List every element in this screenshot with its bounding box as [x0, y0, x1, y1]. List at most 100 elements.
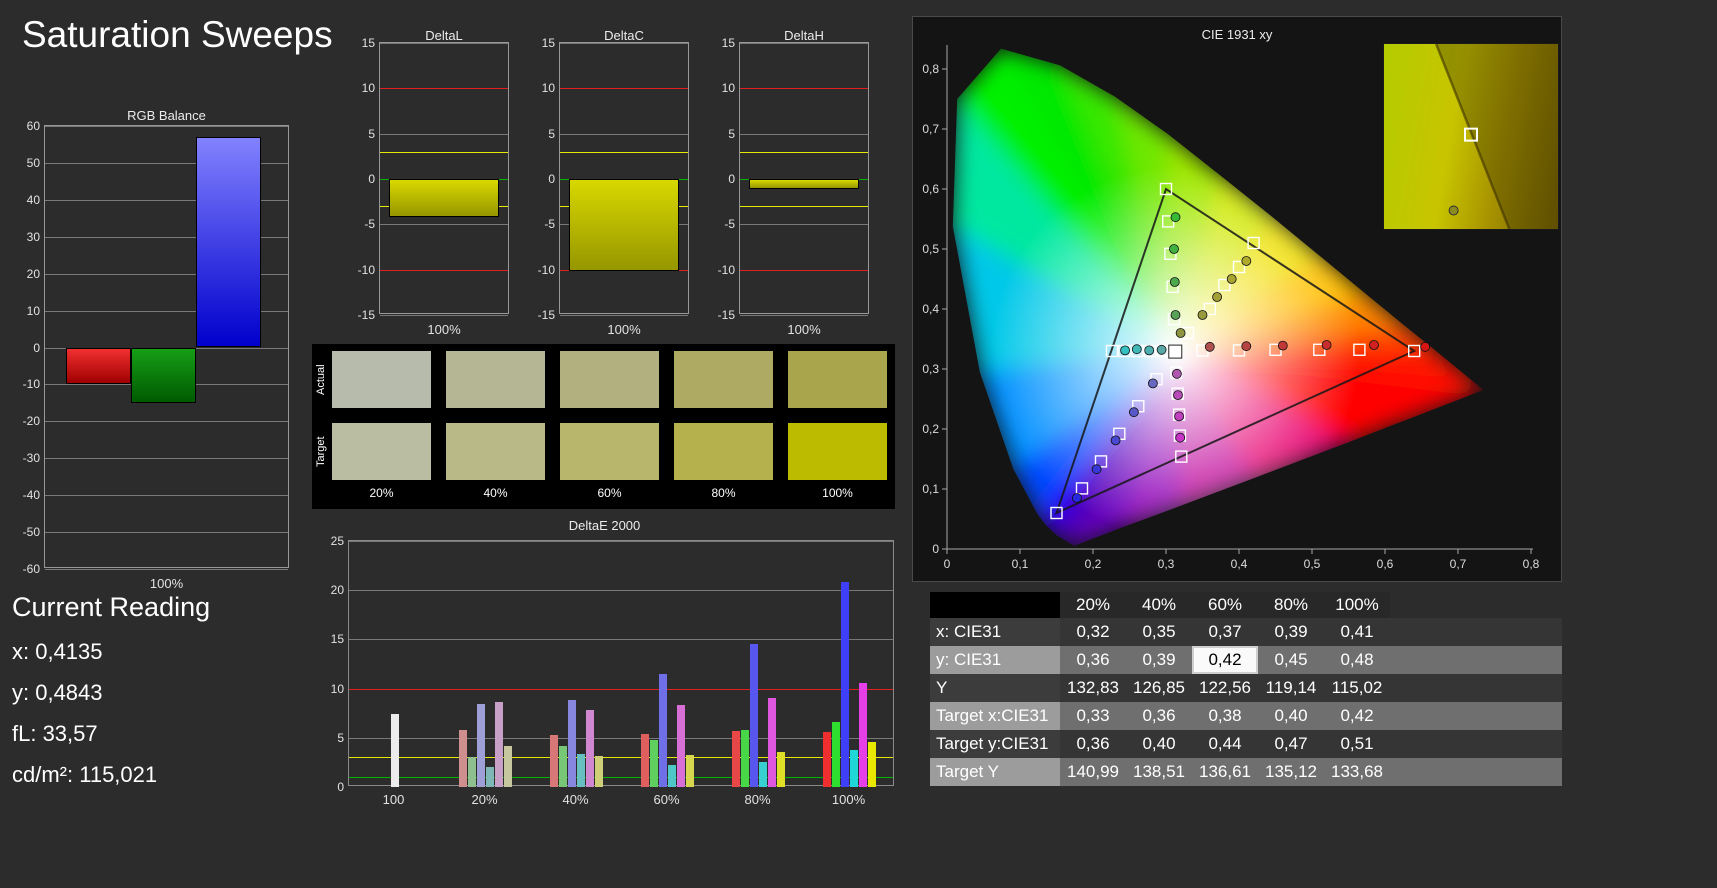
- swatch-target-100%: [788, 423, 887, 480]
- y-tick-label: 5: [368, 126, 375, 141]
- deltae-bar: [641, 733, 649, 787]
- deltae-bar: [559, 745, 567, 787]
- y-tick-label: -20: [22, 414, 40, 429]
- table-cell[interactable]: 0,48: [1324, 646, 1390, 674]
- x-tick-label: 20%: [471, 792, 498, 807]
- deltae-bar: [477, 704, 485, 787]
- deltae-bar: [841, 582, 849, 787]
- y-tick-label: 30: [26, 229, 40, 244]
- deltae-bar: [659, 673, 667, 787]
- reading-y: y: 0,4843: [12, 680, 103, 705]
- table-cell[interactable]: 115,02: [1324, 674, 1390, 702]
- reading-cdm2: cd/m²: 115,021: [12, 762, 158, 787]
- grid-line: [45, 495, 288, 497]
- ref-line: [740, 269, 868, 271]
- svg-text:0,1: 0,1: [922, 482, 939, 496]
- deltae-bar: [550, 734, 558, 787]
- table-cell[interactable]: 140,99: [1060, 758, 1126, 786]
- current-reading-heading: Current Reading: [12, 592, 211, 622]
- table-cell[interactable]: 133,68: [1324, 758, 1390, 786]
- table-cell[interactable]: 122,56: [1192, 674, 1258, 702]
- grid-line: [45, 458, 288, 460]
- table-cell[interactable]: 0,36: [1060, 730, 1126, 758]
- table-cell[interactable]: 138,51: [1126, 758, 1192, 786]
- svg-text:0,2: 0,2: [1085, 557, 1102, 571]
- table-cell[interactable]: 136,61: [1192, 758, 1258, 786]
- ref-line: [740, 88, 868, 90]
- table-row-label: x: CIE31: [930, 618, 1060, 646]
- delta-c-plot: 15 10 5 0 -5 -10 -15: [538, 36, 689, 322]
- ref-line: [560, 151, 688, 153]
- svg-text:0,8: 0,8: [1523, 557, 1540, 571]
- rgb-balance-title: RGB Balance: [127, 108, 206, 123]
- table-cell[interactable]: 0,42: [1192, 646, 1258, 674]
- deltae-bar: [595, 755, 603, 787]
- table-cell[interactable]: 0,35: [1126, 618, 1192, 646]
- swatch-actual-40%: [446, 351, 545, 408]
- grid-line: [45, 421, 288, 423]
- table-cell[interactable]: 0,36: [1126, 702, 1192, 730]
- table-cell[interactable]: 0,51: [1324, 730, 1390, 758]
- grid-line: [349, 639, 893, 641]
- table-cell[interactable]: 0,38: [1192, 702, 1258, 730]
- table-cell[interactable]: 0,42: [1324, 702, 1390, 730]
- grid-line: [349, 737, 893, 739]
- grid-line: [740, 43, 868, 44]
- svg-text:0,8: 0,8: [922, 62, 939, 76]
- y-tick-label: 20: [330, 583, 344, 598]
- x-tick-label: 80%: [744, 792, 771, 807]
- y-tick-label: 0: [728, 172, 735, 186]
- table-cell[interactable]: 0,41: [1324, 618, 1390, 646]
- deltae-bar: [495, 702, 503, 787]
- table-row-label: Target x:CIE31: [930, 702, 1060, 730]
- delta-h-x-axis-label: 100%: [787, 322, 821, 337]
- table-col-header: 40%: [1126, 592, 1192, 618]
- table-cell[interactable]: 0,33: [1060, 702, 1126, 730]
- svg-text:0,2: 0,2: [922, 422, 939, 436]
- delta-l-plot: 15 10 5 0 -5 -10 -15: [358, 36, 509, 322]
- ref-line: [380, 88, 508, 90]
- row-label-target: Target: [315, 436, 327, 467]
- deltae-bar: [577, 753, 585, 787]
- table-cell[interactable]: 119,14: [1258, 674, 1324, 702]
- svg-text:0: 0: [944, 557, 951, 571]
- table-cell[interactable]: 0,39: [1258, 618, 1324, 646]
- delta-e-plot: 0 5 10 15 20 25: [331, 534, 894, 794]
- x-tick-label: 40%: [562, 792, 589, 807]
- y-tick-label: -15: [717, 308, 735, 322]
- svg-text:0,1: 0,1: [1012, 557, 1029, 571]
- table-cell[interactable]: 132,83: [1060, 674, 1126, 702]
- grid-line: [560, 315, 688, 316]
- table-cell[interactable]: 0,39: [1126, 646, 1192, 674]
- grid-line: [349, 541, 893, 542]
- deltae-bar: [586, 710, 594, 787]
- deltae-bar: [777, 751, 785, 787]
- delta-l-x-axis-label: 100%: [427, 322, 461, 337]
- table-cell[interactable]: 0,47: [1258, 730, 1324, 758]
- table-header-filler: [1390, 592, 1562, 618]
- table-cell[interactable]: 0,32: [1060, 618, 1126, 646]
- y-tick-label: 10: [330, 681, 344, 696]
- svg-text:0,4: 0,4: [1231, 557, 1248, 571]
- table-cell[interactable]: 0,44: [1192, 730, 1258, 758]
- table-cell[interactable]: 0,36: [1060, 646, 1126, 674]
- cie-zoom-inset: [1383, 43, 1559, 230]
- deltae-bar: [759, 762, 767, 787]
- table-cell[interactable]: 126,85: [1126, 674, 1192, 702]
- x-tick-label: 100%: [831, 792, 866, 807]
- table-cell[interactable]: 0,45: [1258, 646, 1324, 674]
- current-reading: Current Reading x: 0,4135 y: 0,4843 fL: …: [12, 592, 210, 795]
- table-cell[interactable]: 0,40: [1126, 730, 1192, 758]
- ref-line: [349, 777, 893, 779]
- reading-x: x: 0,4135: [12, 639, 103, 664]
- grid-line: [740, 315, 868, 316]
- delta-c-x-axis-label: 100%: [607, 322, 641, 337]
- deltae-bar: [859, 682, 867, 787]
- table-cell[interactable]: 0,37: [1192, 618, 1258, 646]
- swatch-target-60%: [560, 423, 659, 480]
- table-cell[interactable]: 135,12: [1258, 758, 1324, 786]
- grid-line: [349, 590, 893, 592]
- table-cell[interactable]: 0,40: [1258, 702, 1324, 730]
- y-tick-label: 15: [541, 36, 555, 50]
- ref-line: [740, 151, 868, 153]
